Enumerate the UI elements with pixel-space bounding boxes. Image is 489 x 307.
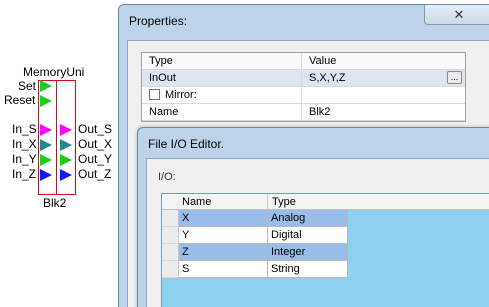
port-label-in-y: In_Y [12, 152, 37, 166]
file-io-editor-client-area: I/O: Name Type X Analog Y Digital Z Inte… [146, 158, 489, 307]
property-name: Mirror: [142, 87, 302, 103]
in-y-port-icon[interactable] [40, 154, 52, 166]
port-label-in-z: In_Z [12, 167, 37, 181]
properties-grid-header: Type Value [142, 53, 465, 70]
port-label-out-y: Out_Y [78, 152, 113, 166]
row-header[interactable] [162, 227, 179, 244]
out-z-port-icon[interactable] [60, 169, 72, 181]
cell-type[interactable]: String [268, 261, 348, 278]
header-type: Type [142, 53, 302, 69]
close-button[interactable]: ✕ [424, 5, 489, 25]
properties-titlebar[interactable]: Properties: ✕ [119, 5, 489, 35]
in-z-port-icon[interactable] [40, 169, 52, 181]
property-row-inout[interactable]: InOut S,X,Y,Z ... [142, 70, 465, 87]
cell-name[interactable]: X [179, 210, 268, 227]
cell-type[interactable]: Digital [268, 227, 348, 244]
mirror-label: Mirror: [165, 89, 197, 101]
property-value[interactable]: Blk2 [302, 104, 465, 120]
cell-name[interactable]: S [179, 261, 268, 278]
io-table-body: X Analog Y Digital Z Integer S String [162, 210, 348, 278]
properties-title: Properties: [129, 14, 188, 28]
property-name: InOut [142, 70, 302, 86]
in-s-port-icon[interactable] [40, 124, 52, 136]
port-label-out-s: Out_S [78, 122, 113, 136]
row-header[interactable] [162, 244, 179, 261]
in-x-port-icon[interactable] [40, 139, 52, 151]
cell-name[interactable]: Z [179, 244, 268, 261]
reset-port-icon[interactable] [40, 95, 52, 107]
block-name: Blk2 [43, 196, 67, 210]
row-header[interactable] [162, 261, 179, 278]
property-value[interactable] [302, 87, 465, 103]
property-value-text: S,X,Y,Z [309, 72, 346, 84]
row-header[interactable] [162, 210, 179, 227]
port-label-in-s: In_S [12, 122, 37, 136]
file-io-editor-title[interactable]: File I/O Editor. [148, 137, 224, 151]
property-row-mirror[interactable]: Mirror: [142, 87, 465, 104]
port-label-set: Set [18, 79, 37, 93]
column-divider[interactable] [267, 194, 268, 210]
table-row[interactable]: Z Integer [162, 244, 348, 261]
property-row-name[interactable]: Name Blk2 [142, 104, 465, 121]
port-label-out-z: Out_Z [78, 167, 112, 181]
column-header-name[interactable]: Name [182, 196, 211, 208]
table-row[interactable]: X Analog [162, 210, 348, 227]
table-row[interactable]: S String [162, 261, 348, 278]
out-y-port-icon[interactable] [60, 154, 72, 166]
io-table: Name Type X Analog Y Digital Z Integer S… [161, 193, 489, 307]
memory-unit-block[interactable]: MemoryUni Set Reset In_S In_X In_Y In_Z … [0, 0, 125, 215]
cell-type[interactable]: Integer [268, 244, 348, 261]
port-label-in-x: In_X [12, 137, 37, 151]
file-io-editor-window: File I/O Editor. I/O: Name Type X Analog… [137, 127, 489, 307]
mirror-checkbox[interactable] [149, 89, 160, 100]
property-value[interactable]: S,X,Y,Z ... [302, 70, 465, 86]
ellipsis-button[interactable]: ... [447, 71, 462, 84]
out-s-port-icon[interactable] [60, 124, 72, 136]
io-label: I/O: [158, 171, 176, 183]
port-label-out-x: Out_X [78, 137, 113, 151]
header-value: Value [309, 55, 337, 67]
close-icon: ✕ [453, 6, 465, 22]
cell-type[interactable]: Analog [268, 210, 348, 227]
property-name: Name [142, 104, 302, 120]
properties-grid: Type Value InOut S,X,Y,Z ... Mirror: Nam… [141, 52, 466, 122]
io-table-header: Name Type [162, 194, 489, 210]
set-port-icon[interactable] [40, 80, 52, 92]
table-row[interactable]: Y Digital [162, 227, 348, 244]
column-header-type[interactable]: Type [272, 196, 296, 208]
cell-name[interactable]: Y [179, 227, 268, 244]
out-x-port-icon[interactable] [60, 139, 72, 151]
block-title: MemoryUni [23, 65, 85, 79]
port-label-reset: Reset [4, 93, 36, 107]
